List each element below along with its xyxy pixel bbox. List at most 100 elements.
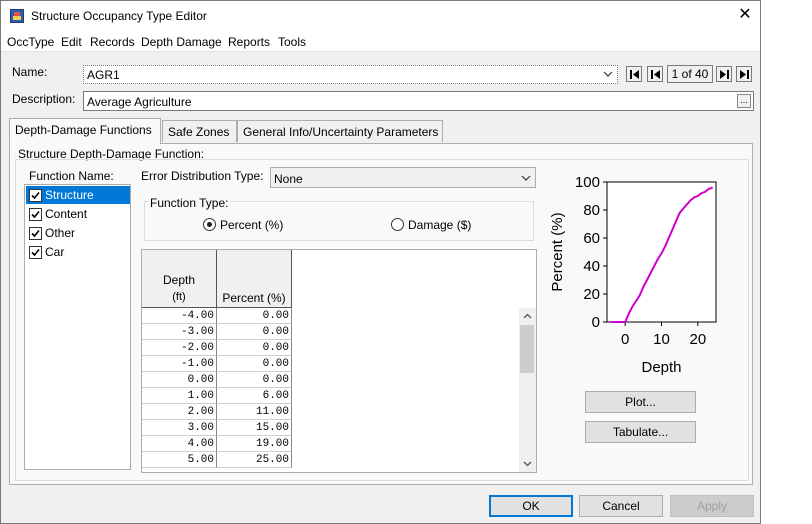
- error-dist-dropdown[interactable]: None: [270, 167, 536, 188]
- cell-percent[interactable]: 25.00: [217, 452, 292, 468]
- prev-record-button[interactable]: [647, 66, 663, 82]
- plot-button[interactable]: Plot...: [585, 391, 696, 413]
- cell-percent[interactable]: 0.00: [217, 356, 292, 372]
- y-tick-label: 40: [583, 258, 600, 275]
- tab-general-info[interactable]: General Info/Uncertainty Parameters: [237, 120, 443, 142]
- description-value: Average Agriculture: [87, 95, 192, 109]
- function-label: Other: [45, 226, 76, 240]
- data-point: [653, 265, 655, 267]
- radio-dot: [207, 222, 212, 227]
- cell-percent[interactable]: 0.00: [217, 308, 292, 324]
- first-record-button[interactable]: [626, 66, 642, 82]
- table-scrollbar[interactable]: [519, 308, 536, 472]
- checkbox-car[interactable]: [29, 246, 42, 259]
- function-item-structure[interactable]: Structure: [26, 186, 130, 204]
- menu-occtype[interactable]: OccType: [7, 35, 54, 49]
- x-tick-label: 0: [621, 331, 629, 348]
- description-field[interactable]: Average Agriculture ...: [83, 91, 754, 111]
- function-item-content[interactable]: Content: [26, 205, 130, 223]
- data-point: [613, 321, 615, 323]
- last-record-button[interactable]: [736, 66, 752, 82]
- title-bar: Structure Occupancy Type Editor ✕: [1, 1, 760, 31]
- data-point: [617, 321, 619, 323]
- menu-records[interactable]: Records: [90, 35, 135, 49]
- cell-depth[interactable]: 2.00: [142, 404, 217, 420]
- last-icon: [740, 70, 749, 79]
- data-point: [700, 192, 703, 194]
- depth-damage-table: Depth (ft) Percent (%) -4.00 0.00 -3.00 0.0…: [141, 249, 537, 473]
- function-label: Structure: [45, 188, 94, 202]
- cell-depth[interactable]: 4.00: [142, 436, 217, 452]
- radio-damage[interactable]: [391, 218, 404, 231]
- data-point: [610, 321, 612, 323]
- first-icon: [630, 70, 639, 79]
- tab-depth-damage-functions[interactable]: Depth-Damage Functions: [9, 118, 161, 144]
- cell-depth[interactable]: -1.00: [142, 356, 217, 372]
- cell-percent[interactable]: 6.00: [217, 388, 292, 404]
- menu-tools[interactable]: Tools: [278, 35, 306, 49]
- function-item-other[interactable]: Other: [26, 224, 130, 242]
- description-browse-button[interactable]: ...: [737, 94, 751, 108]
- tab-safe-zones[interactable]: Safe Zones: [162, 120, 237, 142]
- next-icon: [720, 70, 729, 79]
- data-point: [682, 208, 684, 210]
- menu-depth-damage[interactable]: Depth Damage: [141, 35, 222, 49]
- cell-percent[interactable]: 19.00: [217, 436, 292, 452]
- checkbox-other[interactable]: [29, 227, 42, 240]
- ok-button[interactable]: OK: [489, 495, 573, 517]
- record-position: 1 of 40: [667, 65, 713, 83]
- cell-depth[interactable]: -4.00: [142, 308, 217, 324]
- data-point: [646, 279, 648, 281]
- y-tick-label: 20: [583, 286, 600, 303]
- menu-edit[interactable]: Edit: [61, 35, 82, 49]
- data-point: [689, 199, 692, 201]
- data-point: [679, 212, 681, 214]
- table-header-percent[interactable]: Percent (%): [217, 250, 292, 308]
- menu-reports[interactable]: Reports: [228, 35, 270, 49]
- data-point: [686, 203, 688, 205]
- cell-depth[interactable]: -3.00: [142, 324, 217, 340]
- cell-depth[interactable]: 0.00: [142, 372, 217, 388]
- data-point: [635, 300, 637, 302]
- data-point: [697, 195, 699, 197]
- app-icon: [10, 9, 24, 23]
- tabulate-button[interactable]: Tabulate...: [585, 421, 696, 443]
- function-list: Structure Content Other Car: [24, 184, 131, 470]
- cell-percent[interactable]: 0.00: [217, 340, 292, 356]
- close-icon[interactable]: ✕: [737, 6, 753, 24]
- radio-percent[interactable]: [203, 218, 216, 231]
- table-header-depth[interactable]: Depth (ft): [142, 250, 217, 308]
- function-item-car[interactable]: Car: [26, 243, 130, 261]
- data-point: [711, 187, 713, 189]
- checkbox-structure[interactable]: [29, 189, 42, 202]
- cell-depth[interactable]: 1.00: [142, 388, 217, 404]
- header-subtext: Percent (%): [222, 291, 286, 305]
- check-icon: [31, 191, 40, 200]
- y-tick-label: 60: [583, 230, 600, 247]
- cancel-button[interactable]: Cancel: [579, 495, 663, 517]
- chart-layer: 0 20 40 60 80 100 0 10 20 Depth Percent (%): [549, 174, 717, 376]
- chevron-down-icon: [603, 71, 613, 77]
- cell-depth[interactable]: 3.00: [142, 420, 217, 436]
- cell-percent[interactable]: 11.00: [217, 404, 292, 420]
- radio-damage-label[interactable]: Damage ($): [408, 218, 471, 232]
- cell-percent[interactable]: 0.00: [217, 324, 292, 340]
- next-record-button[interactable]: [716, 66, 732, 82]
- cell-percent[interactable]: 15.00: [217, 420, 292, 436]
- data-point: [671, 229, 673, 231]
- scroll-up-icon[interactable]: [523, 313, 532, 319]
- checkbox-content[interactable]: [29, 208, 42, 221]
- x-axis-label: Depth: [641, 359, 681, 376]
- function-type-label: Function Type:: [149, 196, 230, 210]
- function-name-label: Function Name:: [29, 169, 114, 183]
- header-text: Depth: [162, 273, 196, 287]
- data-point: [708, 188, 710, 190]
- header-subtext: (ft): [172, 291, 186, 303]
- cell-percent[interactable]: 0.00: [217, 372, 292, 388]
- scroll-down-icon[interactable]: [523, 461, 532, 467]
- cell-depth[interactable]: 5.00: [142, 452, 217, 468]
- scroll-thumb[interactable]: [520, 325, 534, 373]
- radio-percent-label[interactable]: Percent (%): [220, 218, 283, 232]
- cell-depth[interactable]: -2.00: [142, 340, 217, 356]
- name-dropdown[interactable]: AGR1: [83, 65, 618, 84]
